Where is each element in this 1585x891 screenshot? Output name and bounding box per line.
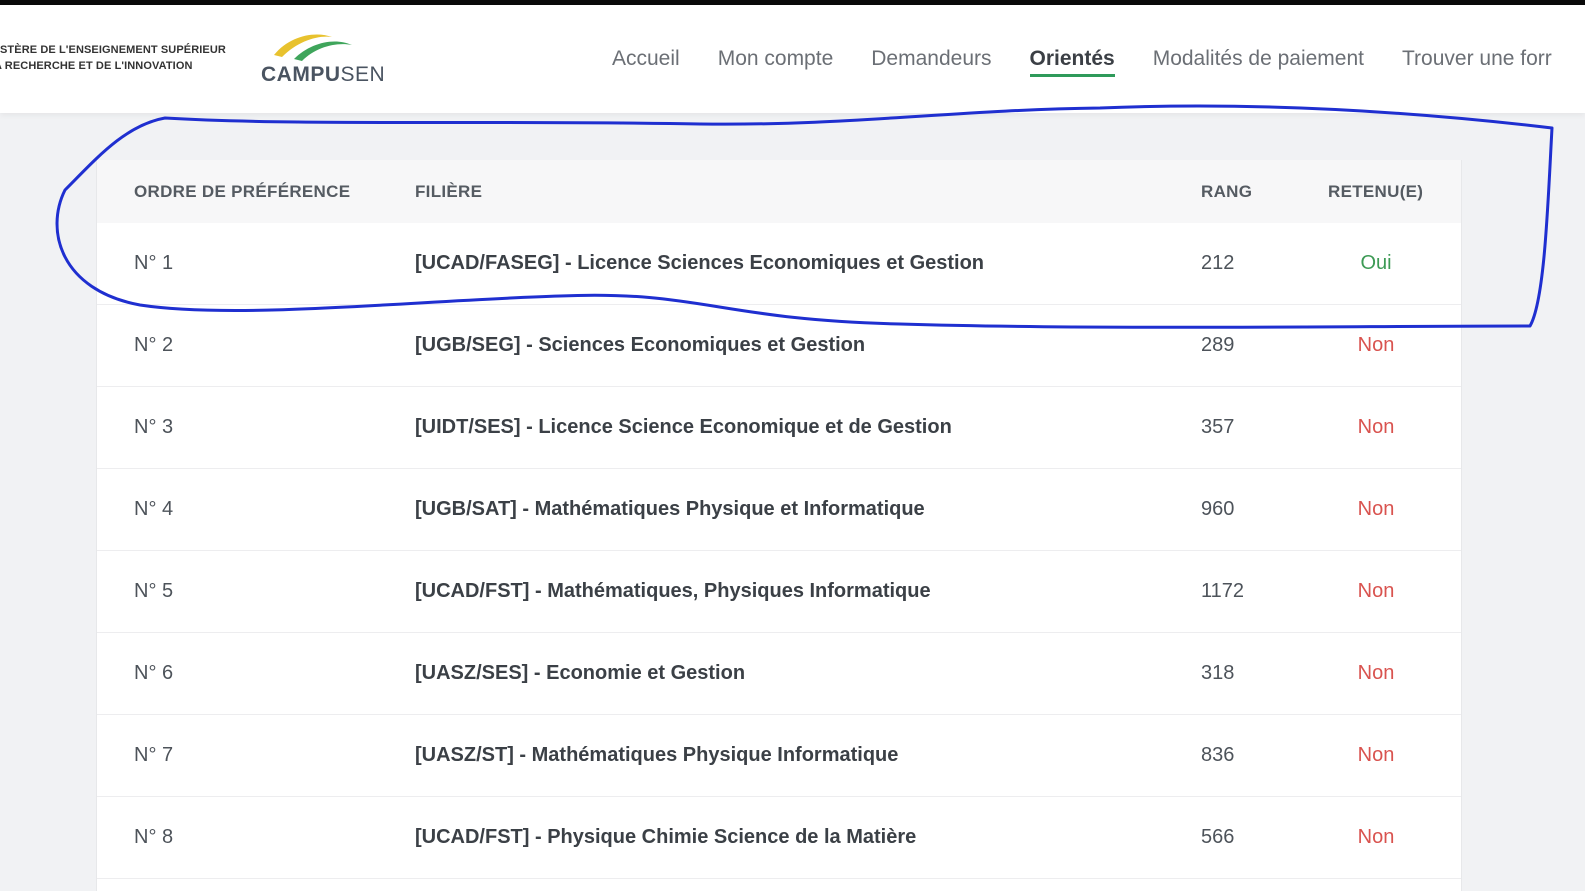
table-row: N° 8 [UCAD/FST] - Physique Chimie Scienc… — [97, 797, 1461, 879]
cell-filiere: [UASZ/ST] - Mathématiques Physique Infor… — [415, 744, 899, 766]
cell-rang: 289 — [1201, 334, 1235, 356]
ministry-name: STÈRE DE L'ENSEIGNEMENT SUPÉRIEUR A RECH… — [0, 42, 226, 74]
column-header-rang: RANG — [1201, 182, 1253, 201]
logo-text-light: SEN — [340, 63, 386, 86]
cell-retenu: Non — [1357, 826, 1395, 848]
cell-rang: 357 — [1201, 416, 1235, 438]
nav-item-modalites-paiement[interactable]: Modalités de paiement — [1153, 47, 1364, 77]
orientation-table: ORDRE DE PRÉFÉRENCE FILIÈRE RANG RETENU(… — [96, 160, 1462, 891]
nav-item-mon-compte[interactable]: Mon compte — [718, 47, 834, 77]
main-nav: Accueil Mon compte Demandeurs Orientés M… — [612, 47, 1585, 77]
cell-retenu: Oui — [1360, 252, 1392, 274]
nav-item-trouver-formation[interactable]: Trouver une forr — [1402, 47, 1552, 77]
cell-retenu: Non — [1357, 662, 1395, 684]
cell-retenu: Non — [1357, 580, 1395, 602]
cell-retenu: Non — [1357, 744, 1395, 766]
cell-rang: 1172 — [1201, 580, 1245, 602]
cell-filiere: [UGB/SEG] - Sciences Economiques et Gest… — [415, 334, 866, 356]
cell-preference: N° 3 — [134, 416, 174, 438]
cell-rang: 566 — [1201, 826, 1235, 848]
nav-item-orientes[interactable]: Orientés — [1029, 47, 1115, 77]
cell-preference: N° 7 — [134, 744, 174, 766]
cell-rang: 836 — [1201, 744, 1235, 766]
column-header-retenu: RETENU(E) — [1328, 182, 1424, 201]
cell-filiere: [UCAD/FST] - Mathématiques, Physiques In… — [415, 580, 931, 602]
table-row: N° 6 [UASZ/SES] - Economie et Gestion 31… — [97, 633, 1461, 715]
column-header-filiere: FILIÈRE — [415, 182, 483, 201]
nav-item-accueil[interactable]: Accueil — [612, 47, 680, 77]
cell-filiere: [UGB/SAT] - Mathématiques Physique et In… — [415, 498, 925, 520]
cell-retenu: Non — [1357, 334, 1395, 356]
cell-retenu: Non — [1357, 498, 1395, 520]
cell-rang: 960 — [1201, 498, 1235, 520]
cell-preference: N° 4 — [134, 498, 174, 520]
column-header-preference: ORDRE DE PRÉFÉRENCE — [134, 182, 351, 201]
ministry-line-2: A RECHERCHE ET DE L'INNOVATION — [0, 60, 193, 72]
table-row: N° 2 [UGB/SEG] - Sciences Economiques et… — [97, 305, 1461, 387]
logo-text-bold: CAMPU — [261, 63, 341, 86]
cell-preference: N° 2 — [134, 334, 174, 356]
cell-retenu: Non — [1357, 416, 1395, 438]
table-row: N° 7 [UASZ/ST] - Mathématiques Physique … — [97, 715, 1461, 797]
table-row: N° 3 [UIDT/SES] - Licence Science Econom… — [97, 387, 1461, 469]
table-header: ORDRE DE PRÉFÉRENCE FILIÈRE RANG RETENU(… — [97, 160, 1461, 224]
nav-item-demandeurs[interactable]: Demandeurs — [871, 47, 991, 77]
ministry-line-1: STÈRE DE L'ENSEIGNEMENT SUPÉRIEUR — [0, 44, 226, 56]
table-row: N° 4 [UGB/SAT] - Mathématiques Physique … — [97, 469, 1461, 551]
cell-rang: 212 — [1201, 252, 1235, 274]
campusen-logo-icon — [274, 34, 352, 61]
table-row: N° 1 [UCAD/FASEG] - Licence Sciences Eco… — [97, 223, 1461, 305]
cell-preference: N° 8 — [134, 826, 174, 848]
cell-preference: N° 1 — [134, 252, 174, 274]
campusen-logo-text[interactable]: CAMPUSEN — [261, 63, 385, 87]
table-row: N° 5 [UCAD/FST] - Mathématiques, Physiqu… — [97, 551, 1461, 633]
cell-filiere: [UASZ/SES] - Economie et Gestion — [415, 662, 746, 684]
cell-filiere: [UCAD/FASEG] - Licence Sciences Economiq… — [415, 252, 985, 274]
cell-filiere: [UIDT/SES] - Licence Science Economique … — [415, 416, 952, 438]
cell-filiere: [UCAD/FST] - Physique Chimie Science de … — [415, 826, 917, 848]
cell-preference: N° 5 — [134, 580, 174, 602]
site-header: STÈRE DE L'ENSEIGNEMENT SUPÉRIEUR A RECH… — [0, 5, 1585, 113]
cell-rang: 318 — [1201, 662, 1235, 684]
cell-preference: N° 6 — [134, 662, 174, 684]
